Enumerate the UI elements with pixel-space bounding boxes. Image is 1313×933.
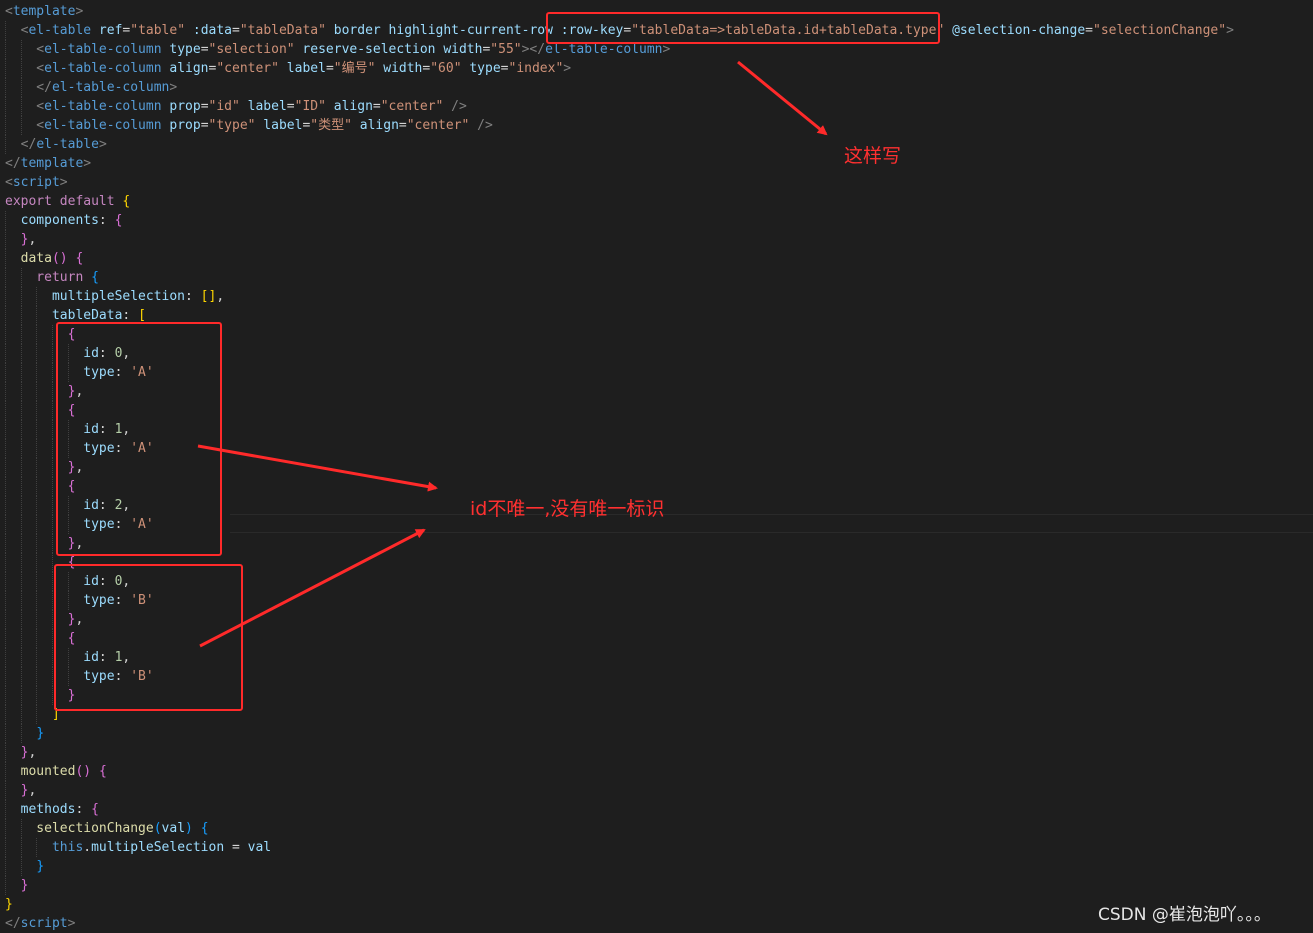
csdn-watermark: CSDN @崔泡泡吖。。。 [1098,905,1271,925]
unique-id-annotation-note: id不唯一,没有唯一标识 [470,498,665,520]
arrow-to-rowkey-note [737,60,828,136]
arrow-from-type-a [197,444,438,492]
rowkey-annotation-note: 这样写 [844,145,902,167]
arrow-from-type-b [199,528,426,648]
annotation-arrows [197,60,828,648]
